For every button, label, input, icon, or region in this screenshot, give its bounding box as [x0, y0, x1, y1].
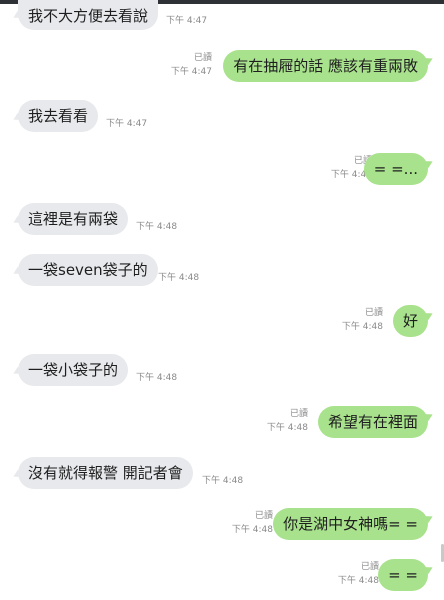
message-time: 下午 4:48	[337, 576, 379, 586]
outgoing-message-bubble[interactable]: 好	[392, 305, 428, 337]
read-receipt: 已讀	[289, 409, 308, 419]
outgoing-message-bubble[interactable]: 有在抽屜的話 應該有重兩敗	[223, 50, 428, 82]
message-row: 一袋seven袋子的 下午 4:48	[0, 254, 444, 286]
chat-window[interactable]: 我不大方便去看說 下午 4:47 已讀 下午 4:47 有在抽屜的話 應該有重兩…	[0, 0, 444, 600]
message-row: 我不大方便去看說 下午 4:47	[0, 0, 444, 30]
read-receipt: 已讀	[254, 511, 273, 521]
read-receipt: 已讀	[360, 562, 379, 572]
message-row: 已讀 下午 4:47 有在抽屜的話 應該有重兩敗	[0, 50, 444, 82]
incoming-message-bubble[interactable]: 一袋seven袋子的	[18, 254, 158, 286]
message-row: 已讀 下午 4:47 = =...	[0, 153, 444, 185]
read-receipt: 已讀	[364, 308, 383, 318]
message-time: 下午 4:47	[106, 119, 148, 129]
outgoing-message-bubble[interactable]: = =	[378, 559, 428, 591]
message-row: 已讀 下午 4:48 希望有在裡面	[0, 406, 444, 438]
message-time: 下午 4:48	[136, 373, 178, 383]
message-row: 已讀 下午 4:48 = =	[0, 559, 444, 591]
message-row: 已讀 下午 4:48 你是湖中女神嗎= =	[0, 508, 444, 540]
incoming-message-bubble[interactable]: 我去看看	[18, 100, 99, 132]
outgoing-message-bubble[interactable]: 希望有在裡面	[317, 406, 428, 438]
incoming-message-bubble[interactable]: 這裡是有兩袋	[18, 203, 129, 235]
message-time: 下午 4:47	[170, 67, 212, 77]
incoming-message-bubble[interactable]: 沒有就得報警 開記者會	[18, 457, 193, 489]
incoming-message-bubble[interactable]: 一袋小袋子的	[18, 354, 129, 386]
outgoing-message-bubble[interactable]: 你是湖中女神嗎= =	[273, 508, 428, 540]
message-row: 這裡是有兩袋 下午 4:48	[0, 203, 444, 235]
message-row: 我去看看 下午 4:47	[0, 100, 444, 132]
message-time: 下午 4:47	[166, 16, 208, 26]
message-time: 下午 4:48	[266, 423, 308, 433]
read-receipt: 已讀	[193, 53, 212, 63]
message-time: 下午 4:48	[341, 322, 383, 332]
outgoing-message-bubble[interactable]: = =...	[363, 153, 428, 185]
message-time: 下午 4:48	[158, 273, 200, 283]
message-time: 下午 4:48	[202, 476, 244, 486]
message-time: 下午 4:48	[136, 222, 178, 232]
incoming-message-bubble[interactable]: 我不大方便去看說	[18, 0, 159, 30]
message-row: 已讀 下午 4:48 好	[0, 305, 444, 337]
message-time: 下午 4:48	[231, 525, 273, 535]
message-row: 沒有就得報警 開記者會 下午 4:48	[0, 457, 444, 489]
message-row: 一袋小袋子的 下午 4:48	[0, 354, 444, 386]
